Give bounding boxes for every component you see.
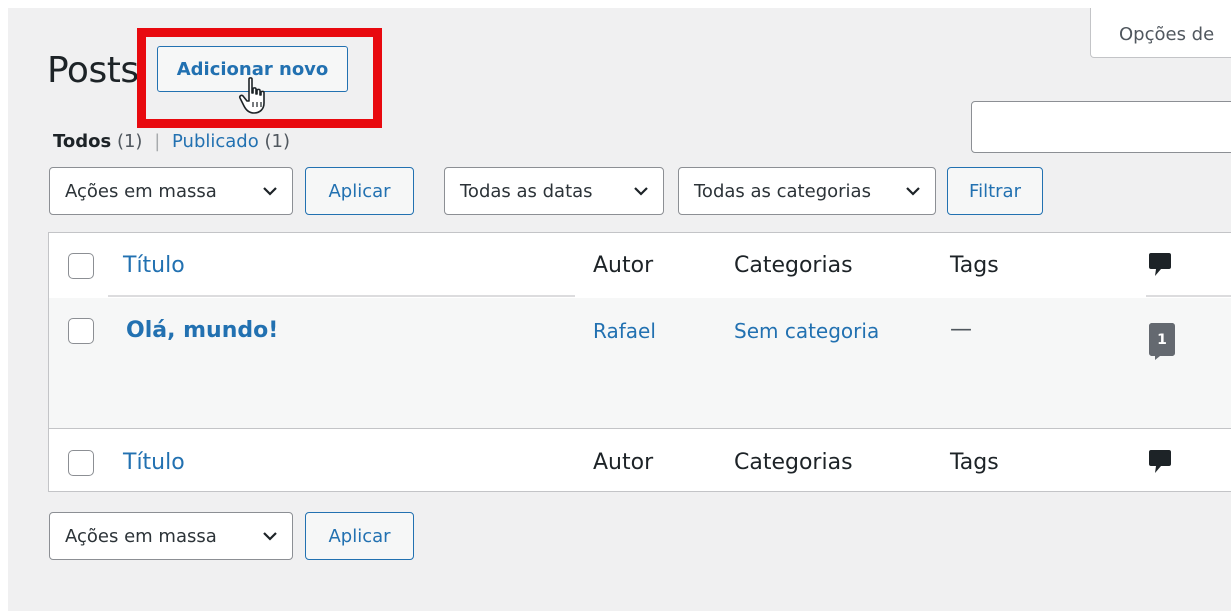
categories-filter-label: Todas as categorias <box>694 180 871 202</box>
column-title-header[interactable]: Título <box>123 253 185 278</box>
categories-filter-select[interactable]: Todas as categorias <box>678 167 936 215</box>
row-divider <box>49 428 1231 429</box>
dates-filter-label: Todas as datas <box>460 180 593 202</box>
column-tags-header: Tags <box>950 253 999 278</box>
header-underline <box>1146 295 1231 297</box>
bulk-actions-label: Ações em massa <box>65 525 217 547</box>
search-input[interactable] <box>971 101 1231 153</box>
chevron-down-icon <box>263 187 277 196</box>
bulk-actions-label: Ações em massa <box>65 180 217 202</box>
bulk-actions-select-bottom[interactable]: Ações em massa <box>49 512 293 560</box>
apply-button-top[interactable]: Aplicar <box>305 167 414 215</box>
chevron-down-icon <box>634 187 648 196</box>
comment-count-text: 1 <box>1157 332 1167 348</box>
hand-cursor-icon <box>238 77 265 114</box>
column-title-footer[interactable]: Título <box>123 450 185 475</box>
page-title: Posts <box>47 50 139 91</box>
header-underline <box>108 295 575 297</box>
column-categories-header: Categorias <box>734 253 853 278</box>
column-author-footer: Autor <box>593 450 654 475</box>
bulk-actions-select-top[interactable]: Ações em massa <box>49 167 293 215</box>
chevron-down-icon <box>263 532 277 541</box>
row-checkbox[interactable] <box>68 318 94 344</box>
post-tags-value: — <box>950 317 972 342</box>
column-categories-footer: Categorias <box>734 450 853 475</box>
filter-published-count: (1) <box>264 131 290 152</box>
filter-button[interactable]: Filtrar <box>947 167 1043 215</box>
column-tags-footer: Tags <box>950 450 999 475</box>
screen-options-tab[interactable]: Opções de <box>1090 8 1231 58</box>
filter-separator: | <box>154 131 161 152</box>
column-author-header: Autor <box>593 253 654 278</box>
filter-published-link[interactable]: Publicado <box>172 131 259 152</box>
chevron-down-icon <box>906 187 920 196</box>
select-all-checkbox-top[interactable] <box>68 253 94 279</box>
comments-column-icon[interactable] <box>1148 252 1172 278</box>
comments-column-icon[interactable] <box>1148 449 1172 475</box>
post-title-link[interactable]: Olá, mundo! <box>126 318 278 343</box>
filter-all-link[interactable]: Todos <box>53 131 111 152</box>
select-all-checkbox-bottom[interactable] <box>68 450 94 476</box>
status-filters: Todos (1) | Publicado (1) <box>53 131 290 152</box>
post-category-link[interactable]: Sem categoria <box>734 319 879 343</box>
apply-button-bottom[interactable]: Aplicar <box>305 512 414 560</box>
filter-all-count: (1) <box>116 131 143 152</box>
post-author-link[interactable]: Rafael <box>593 319 656 343</box>
dates-filter-select[interactable]: Todas as datas <box>444 167 664 215</box>
